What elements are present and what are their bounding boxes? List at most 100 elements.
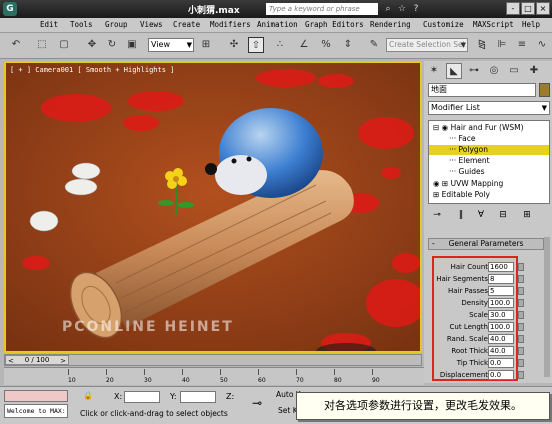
modify-tab-icon[interactable]: ◣ [446, 63, 462, 79]
modifier-list-dropdown[interactable]: Modifier List ▼ [428, 101, 550, 115]
param-value-field[interactable]: 100.0 [488, 322, 514, 332]
menu-maxscript[interactable]: MAXScript [473, 20, 514, 29]
edit-named-selection-icon[interactable]: ✎ [366, 37, 382, 53]
remove-modifier-icon[interactable]: ⊟ [496, 208, 510, 222]
menu-graph-editors[interactable]: Graph Editors [305, 20, 364, 29]
time-slider-handle[interactable]: < 0 / 100 > [5, 355, 69, 365]
key-icon[interactable]: ⊸ [252, 396, 262, 410]
menu-group[interactable]: Group [105, 20, 128, 29]
app-icon[interactable]: G [3, 2, 17, 16]
pivot-icon[interactable]: ⊞ [198, 37, 214, 53]
menu-help[interactable]: Help [522, 20, 540, 29]
spinner-icon[interactable] [518, 275, 524, 283]
tick-label: 90 [372, 377, 380, 384]
spinner-icon[interactable] [518, 299, 524, 307]
configure-modifiers-icon[interactable]: ⊞ [520, 208, 534, 222]
stack-item-face[interactable]: ··· Face [429, 134, 549, 144]
chevron-left-icon[interactable]: < [8, 356, 14, 366]
window-crossing-icon[interactable]: ▢ [56, 37, 72, 53]
y-coordinate-field[interactable] [180, 391, 216, 403]
stack-item-hair-and-fur[interactable]: ⊟ ◉ Hair and Fur (WSM) [429, 123, 549, 133]
stack-item-guides[interactable]: ··· Guides [429, 167, 549, 177]
maximize-button[interactable]: □ [521, 2, 535, 15]
menu-edit[interactable]: Edit [40, 20, 58, 29]
param-value-field[interactable]: 0.0 [488, 358, 514, 368]
pin-stack-icon[interactable]: ⊸ [430, 208, 444, 222]
param-value-field[interactable]: 5 [488, 286, 514, 296]
general-parameters-rollout[interactable]: - General Parameters [428, 238, 544, 250]
spinner-icon[interactable] [518, 347, 524, 355]
layer-manager-icon[interactable]: ≡ [514, 37, 530, 53]
help-icon[interactable]: ? [410, 3, 422, 15]
param-value-field[interactable]: 40.0 [488, 334, 514, 344]
create-tab-icon[interactable]: ✶ [426, 63, 442, 79]
command-panel-scrollbar[interactable] [544, 237, 550, 377]
scale-icon[interactable]: ▣ [124, 37, 140, 53]
menu-animation[interactable]: Animation [257, 20, 298, 29]
display-tab-icon[interactable]: ▭ [506, 63, 522, 79]
menu-tools[interactable]: Tools [70, 20, 93, 29]
menu-rendering[interactable]: Rendering [370, 20, 411, 29]
param-value-field[interactable]: 100.0 [488, 298, 514, 308]
selection-set-dropdown[interactable]: Create Selection Set ▼ [386, 38, 468, 52]
mirror-icon[interactable]: ⧎ [474, 37, 490, 53]
param-label: Hair Count [450, 263, 488, 271]
maxscript-mini-listener-top[interactable] [4, 390, 68, 402]
minimize-button[interactable]: - [506, 2, 520, 15]
undo-icon[interactable]: ↶ [8, 37, 24, 53]
object-name-field[interactable]: 地面 [428, 83, 536, 97]
spinner-icon[interactable] [518, 287, 524, 295]
track-bar[interactable]: 10 20 30 40 50 60 70 80 90 [4, 367, 424, 385]
chevron-down-icon: ▼ [541, 104, 547, 112]
viewport-label[interactable]: [ + ] Camera001 [ Smooth + Highlights ] [10, 66, 174, 74]
spinner-icon[interactable] [518, 371, 524, 379]
move-icon[interactable]: ✥ [84, 37, 100, 53]
param-value-field[interactable]: 40.0 [488, 346, 514, 356]
time-slider[interactable]: < 0 / 100 > [4, 354, 422, 366]
param-value-field[interactable]: 0.0 [488, 370, 514, 380]
curve-editor-icon[interactable]: ∿ [534, 37, 550, 53]
motion-tab-icon[interactable]: ◎ [486, 63, 502, 79]
keyboard-shortcut-icon[interactable]: ⇧ [248, 37, 264, 53]
stack-item-element[interactable]: ··· Element [429, 156, 549, 166]
rotate-icon[interactable]: ↻ [104, 37, 120, 53]
stack-item-uvw-mapping[interactable]: ◉ ⊞ UVW Mapping [429, 179, 549, 189]
stack-item-polygon[interactable]: ··· Polygon [429, 145, 549, 155]
menu-modifiers[interactable]: Modifiers [210, 20, 251, 29]
align-icon[interactable]: ⊫ [494, 37, 510, 53]
object-color-swatch[interactable] [539, 83, 550, 97]
spinner-icon[interactable] [518, 263, 524, 271]
show-end-result-icon[interactable]: ‖ [454, 208, 468, 222]
menu-create[interactable]: Create [173, 20, 200, 29]
utilities-tab-icon[interactable]: ✚ [526, 63, 542, 79]
angle-snap-icon[interactable]: ∠ [296, 37, 312, 53]
spinner-icon[interactable] [518, 311, 524, 319]
spinner-icon[interactable] [518, 335, 524, 343]
hierarchy-tab-icon[interactable]: ⊶ [466, 63, 482, 79]
spinner-icon[interactable] [518, 359, 524, 367]
chevron-right-icon[interactable]: > [60, 356, 66, 366]
spinner-snap-icon[interactable]: ⇕ [340, 37, 356, 53]
close-button[interactable]: × [536, 2, 550, 15]
maxscript-mini-listener[interactable]: Welcome to MAX: [4, 404, 68, 418]
make-unique-icon[interactable]: ∀ [474, 208, 488, 222]
percent-snap-icon[interactable]: % [318, 37, 334, 53]
camera-viewport[interactable]: [ + ] Camera001 [ Smooth + Highlights ] … [4, 61, 422, 353]
menu-views[interactable]: Views [140, 20, 163, 29]
param-value-field[interactable]: 8 [488, 274, 514, 284]
snap-toggle-icon[interactable]: ∴ [272, 37, 288, 53]
select-manipulate-icon[interactable]: ✣ [226, 37, 242, 53]
binoculars-icon[interactable]: ⌕ [382, 3, 394, 15]
stack-item-editable-poly[interactable]: ⊞ Editable Poly [429, 190, 549, 200]
spinner-icon[interactable] [518, 323, 524, 331]
menu-customize[interactable]: Customize [423, 20, 464, 29]
search-input[interactable]: Type a keyword or phrase [266, 3, 378, 15]
param-value-field[interactable]: 1600 [488, 262, 514, 272]
lock-selection-icon[interactable]: 🔒 [82, 390, 94, 402]
x-coordinate-field[interactable] [124, 391, 160, 403]
star-icon[interactable]: ☆ [396, 3, 408, 15]
select-region-icon[interactable]: ⬚ [34, 37, 50, 53]
param-value-field[interactable]: 30.0 [488, 310, 514, 320]
tick-label: 20 [106, 377, 114, 384]
reference-coordinate-select[interactable]: View ▼ [148, 38, 194, 52]
